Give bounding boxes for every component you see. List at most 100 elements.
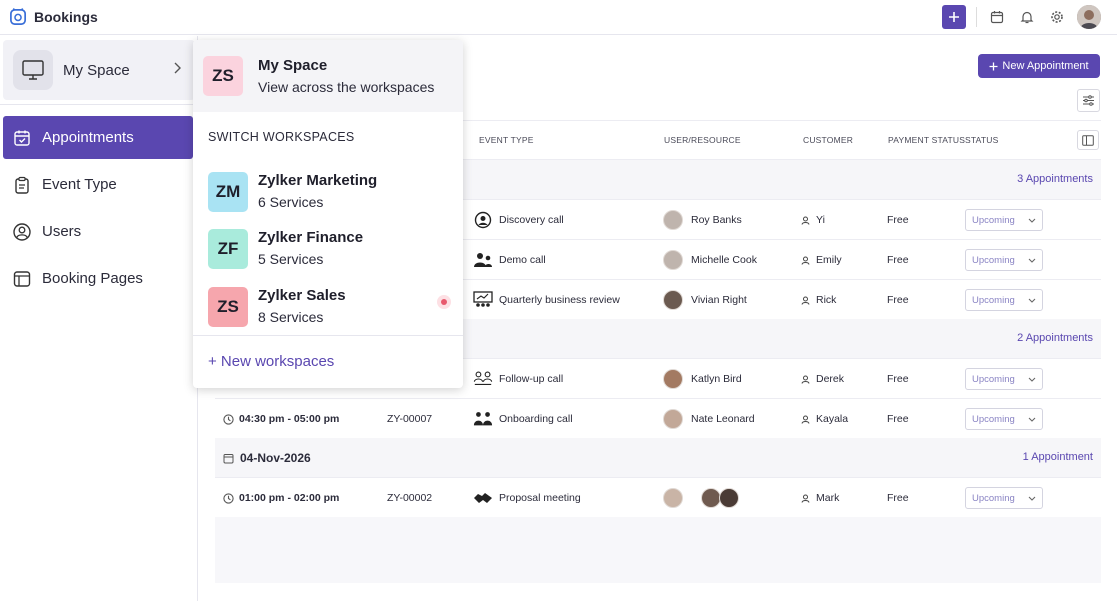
- sidebar-item-users[interactable]: Users: [3, 210, 193, 253]
- payment-status: Free: [887, 492, 909, 504]
- user-name: Nate Leonard: [691, 413, 755, 425]
- user-circle-icon: [12, 222, 32, 242]
- status-dropdown[interactable]: Upcoming: [965, 209, 1043, 231]
- payment-status: Free: [887, 214, 909, 226]
- gear-icon[interactable]: [1047, 7, 1067, 27]
- table-row[interactable]: 01:00 pm - 02:00 pm ZY-00002 Proposal me…: [215, 478, 1101, 518]
- active-indicator-icon: [437, 295, 451, 309]
- discovery-call-icon: [473, 211, 493, 229]
- user-avatar[interactable]: [1077, 5, 1101, 29]
- user-avatar: [701, 488, 721, 508]
- clipboard-icon: [12, 175, 32, 195]
- date-group-header: 04-Nov-2026 1 Appointment: [215, 438, 1101, 478]
- workspace-badge: ZS: [203, 56, 243, 96]
- customer-name: Yi: [816, 214, 825, 226]
- status-dropdown[interactable]: Upcoming: [965, 368, 1043, 390]
- user-name: Roy Banks: [691, 214, 742, 226]
- column-header-customer: CUSTOMER: [803, 135, 854, 145]
- payment-status: Free: [887, 294, 909, 306]
- person-icon: [801, 375, 810, 384]
- demo-call-icon: [473, 251, 493, 269]
- column-settings-button[interactable]: [1077, 130, 1099, 150]
- chevron-down-icon: [1028, 496, 1036, 501]
- workspace-subtitle: 8 Services: [258, 309, 324, 325]
- customer-name: Kayala: [816, 413, 849, 425]
- status-value: Upcoming: [972, 413, 1015, 425]
- divider: [976, 7, 977, 27]
- appointment-time: 04:30 pm - 05:00 pm: [239, 413, 340, 425]
- payment-status: Free: [887, 413, 909, 425]
- status-dropdown[interactable]: Upcoming: [965, 289, 1043, 311]
- current-workspace[interactable]: ZS My Space View across the workspaces: [193, 40, 463, 112]
- event-type-name: Demo call: [499, 254, 546, 266]
- bookings-logo-icon: [10, 8, 27, 25]
- sliders-icon: [1083, 95, 1094, 106]
- event-type-name: Discovery call: [499, 214, 564, 226]
- presentation-icon: [473, 291, 493, 309]
- calendar-check-icon: [12, 128, 32, 148]
- booking-id: ZY-00007: [387, 413, 433, 425]
- status-dropdown[interactable]: Upcoming: [965, 487, 1043, 509]
- sidebar-item-label: Event Type: [42, 176, 117, 193]
- workspace-switcher-menu: ZS My Space View across the workspaces S…: [193, 40, 463, 388]
- onboarding-call-icon: [473, 410, 493, 428]
- customer-name: Rick: [816, 294, 837, 306]
- plus-icon: [949, 12, 959, 22]
- bell-icon[interactable]: [1017, 7, 1037, 27]
- person-icon: [801, 494, 810, 503]
- status-dropdown[interactable]: Upcoming: [965, 249, 1043, 271]
- chevron-right-icon: [174, 62, 181, 74]
- monitor-icon: [13, 50, 53, 90]
- brand[interactable]: Bookings: [9, 7, 98, 26]
- sidebar-item-label: Booking Pages: [42, 270, 143, 287]
- follow-up-call-icon: [473, 370, 493, 388]
- sidebar-nav: Appointments Event Type Users Booking Pa…: [3, 116, 193, 304]
- appointment-count: 2 Appointments: [1017, 332, 1093, 344]
- sidebar-item-appointments[interactable]: Appointments: [3, 116, 193, 159]
- chevron-down-icon: [1028, 218, 1036, 223]
- user-avatar: [663, 250, 683, 270]
- new-workspace-link[interactable]: + New workspaces: [208, 353, 334, 370]
- workspace-subtitle: 6 Services: [258, 194, 324, 210]
- user-avatar: [663, 409, 683, 429]
- table-row[interactable]: 04:30 pm - 05:00 pm ZY-00007 Onboarding …: [215, 399, 1101, 439]
- status-value: Upcoming: [972, 492, 1015, 504]
- new-appointment-label: New Appointment: [1002, 60, 1089, 72]
- calendar-icon[interactable]: [987, 7, 1007, 27]
- customer-name: Derek: [816, 373, 845, 385]
- filter-button[interactable]: [1077, 89, 1100, 112]
- space-switcher-label: My Space: [63, 61, 130, 79]
- workspace-name: My Space: [258, 57, 328, 74]
- new-appointment-button[interactable]: New Appointment: [978, 54, 1100, 78]
- group-date-label: 04-Nov-2026: [240, 451, 311, 465]
- column-header-payment-status: PAYMENT STATUS: [888, 135, 966, 145]
- user-avatar: [663, 369, 683, 389]
- chevron-down-icon: [1028, 377, 1036, 382]
- sidebar-item-label: Appointments: [42, 129, 134, 146]
- sidebar-item-event-type[interactable]: Event Type: [3, 163, 193, 206]
- workspace-name: Zylker Finance: [258, 229, 364, 246]
- payment-status: Free: [887, 373, 909, 385]
- handshake-icon: [473, 489, 493, 507]
- space-switcher[interactable]: My Space: [3, 40, 195, 100]
- chevron-down-icon: [1028, 258, 1036, 263]
- event-type-name: Onboarding call: [499, 413, 573, 425]
- person-icon: [801, 216, 810, 225]
- workspace-name: Zylker Marketing: [258, 172, 378, 189]
- status-value: Upcoming: [972, 254, 1015, 266]
- workspace-name: Zylker Sales: [258, 287, 346, 304]
- calendar-icon: [223, 453, 234, 463]
- user-avatar: [719, 488, 739, 508]
- workspace-subtitle: View across the workspaces: [258, 79, 435, 95]
- status-dropdown[interactable]: Upcoming: [965, 408, 1043, 430]
- appointment-time: 01:00 pm - 02:00 pm: [239, 492, 340, 504]
- user-name: Vivian Right: [691, 294, 747, 306]
- user-avatar: [663, 290, 683, 310]
- clock-icon: [223, 492, 234, 504]
- customer-name: Mark: [816, 492, 840, 504]
- columns-icon: [1082, 134, 1094, 146]
- divider: [193, 335, 463, 336]
- sidebar-item-booking-pages[interactable]: Booking Pages: [3, 257, 193, 300]
- app-title: Bookings: [34, 8, 98, 25]
- quick-add-button[interactable]: [942, 5, 966, 29]
